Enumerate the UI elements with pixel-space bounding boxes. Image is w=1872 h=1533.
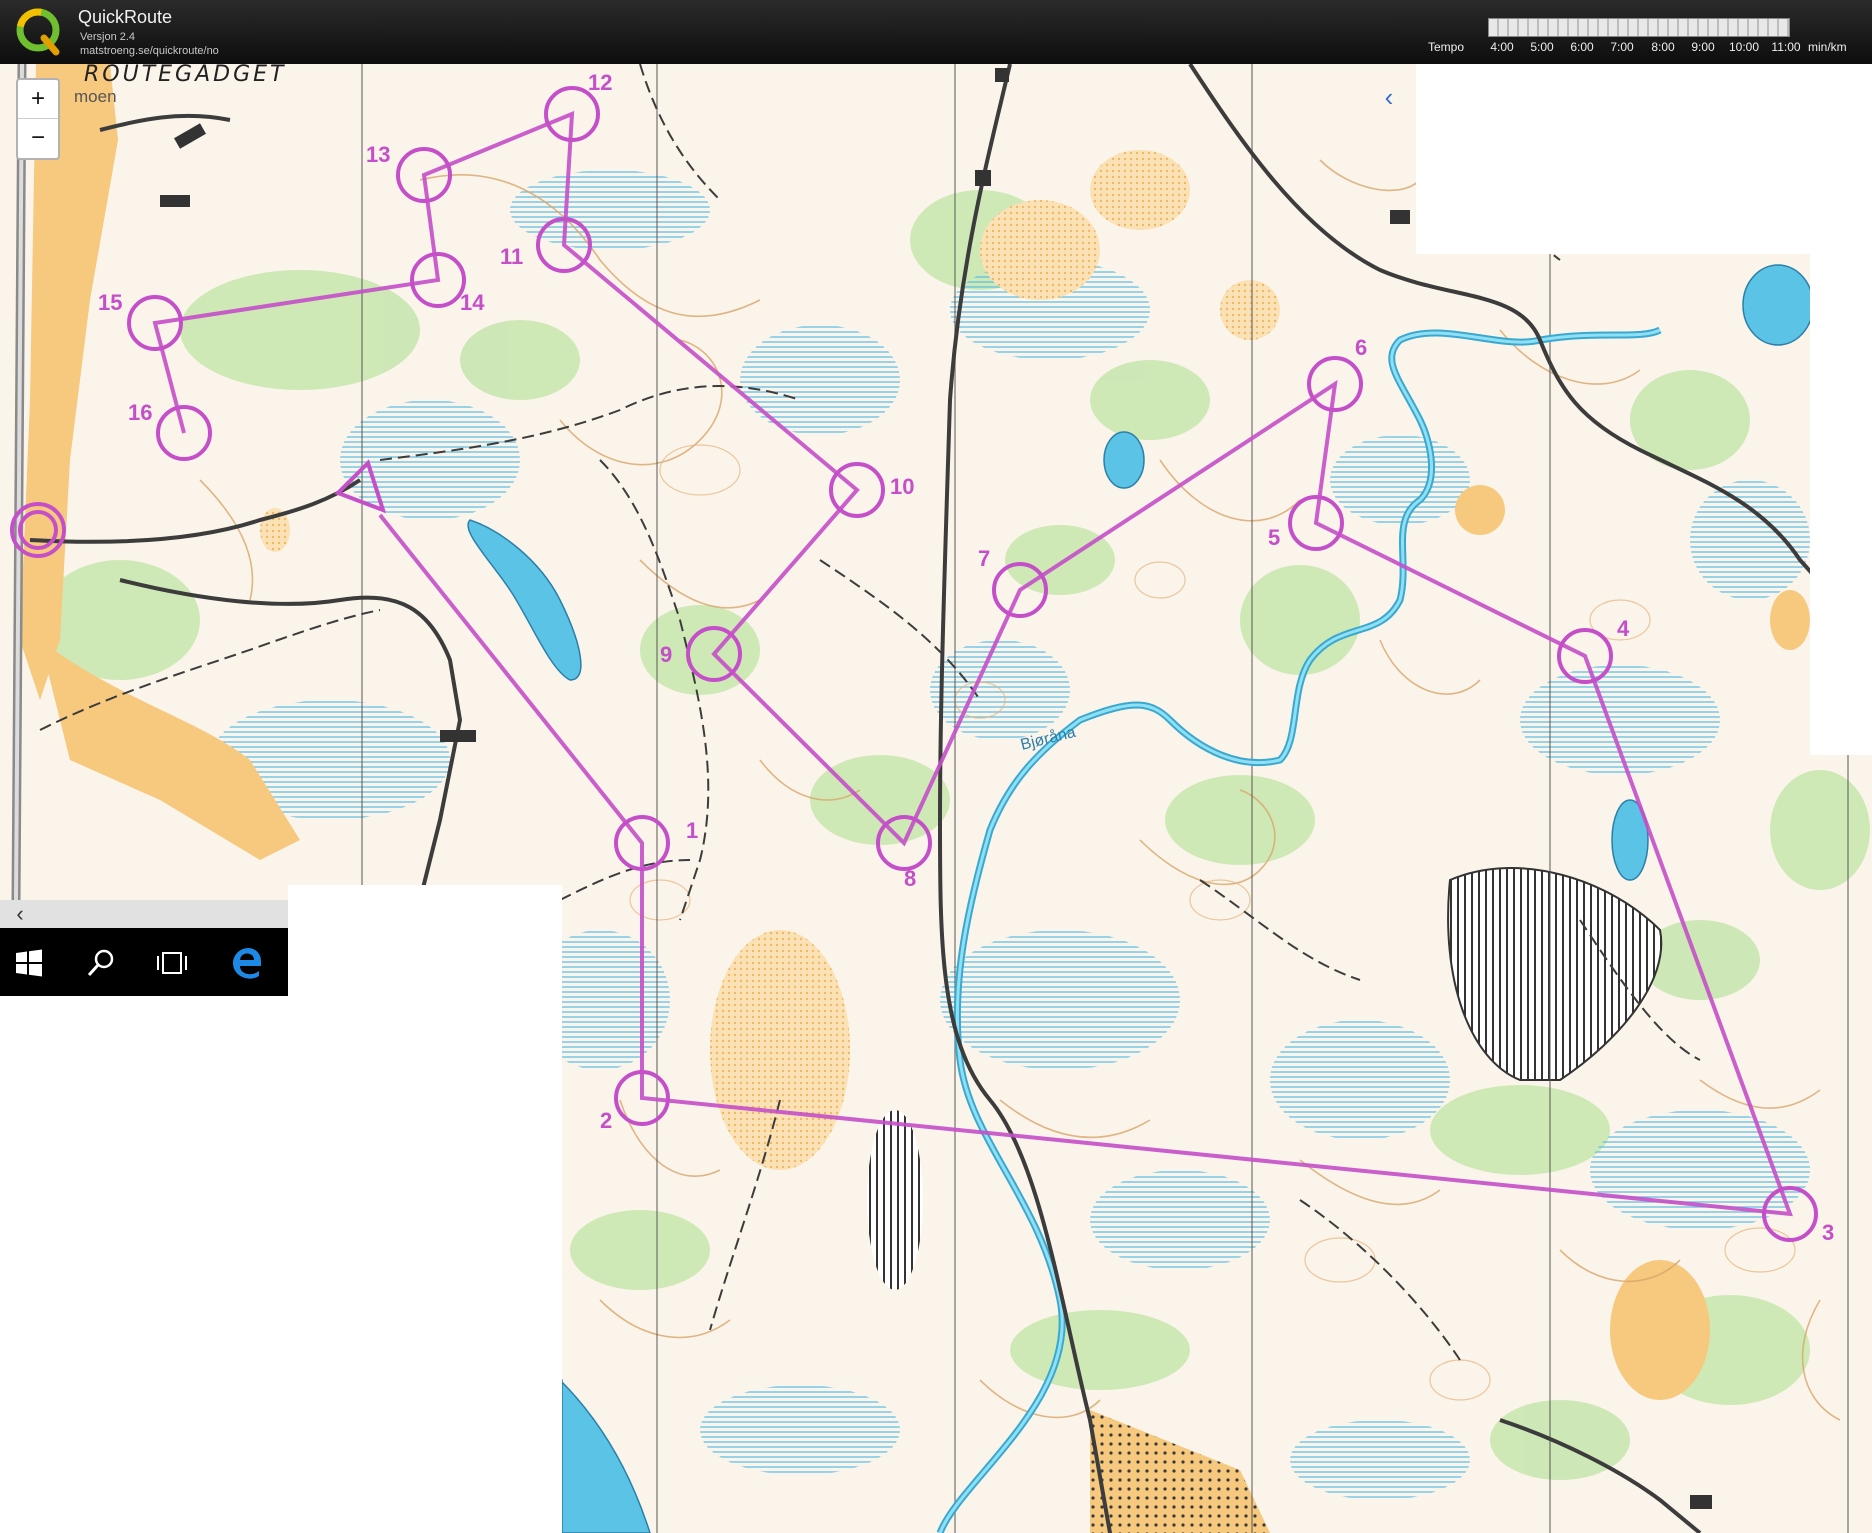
railway xyxy=(11,64,27,901)
zoom-out-button[interactable]: − xyxy=(18,119,58,157)
map-canvas[interactable]: 1 2 3 4 5 6 7 8 9 10 11 12 13 14 15 16 B… xyxy=(0,64,1872,1533)
tempo-tick: 4:00 xyxy=(1490,40,1514,54)
app-url[interactable]: matstroeng.se/quickroute/no xyxy=(80,45,219,57)
tempo-tick: 8:00 xyxy=(1651,40,1675,54)
control-label: 16 xyxy=(128,400,152,425)
tempo-color-scale xyxy=(1488,18,1790,37)
out-of-bounds-area xyxy=(867,1110,923,1290)
tempo-tick: 6:00 xyxy=(1570,40,1594,54)
place-label: moen xyxy=(74,87,117,106)
control-label: 11 xyxy=(500,244,523,269)
routegadget-logo: ROUTEGADGET xyxy=(84,62,287,87)
app-title: QuickRoute xyxy=(78,7,173,27)
control-label: 6 xyxy=(1355,335,1367,360)
horizontal-scrollbar[interactable]: ‹ xyxy=(0,900,288,928)
windows-start-icon[interactable] xyxy=(12,946,46,980)
control-label: 7 xyxy=(978,546,990,571)
control-label: 3 xyxy=(1822,1220,1834,1245)
tempo-tick: 9:00 xyxy=(1691,40,1715,54)
control-label: 12 xyxy=(588,70,612,95)
orienteering-map[interactable]: 1 2 3 4 5 6 7 8 9 10 11 12 13 14 15 16 B… xyxy=(0,64,1872,1533)
control-label: 2 xyxy=(600,1108,612,1133)
control-label: 5 xyxy=(1268,525,1280,550)
control-label: 15 xyxy=(98,290,122,315)
tempo-tick: 11:00 xyxy=(1771,40,1801,54)
windows-taskbar xyxy=(0,928,288,996)
control-label: 8 xyxy=(904,866,916,891)
zoom-control: + − xyxy=(16,78,60,160)
app-header: QuickRoute Versjon 2.4 matstroeng.se/qui… xyxy=(0,0,1872,64)
tempo-tick: 7:00 xyxy=(1610,40,1634,54)
control-label: 13 xyxy=(366,142,390,167)
task-view-icon[interactable] xyxy=(155,946,189,980)
tempo-tick: 5:00 xyxy=(1530,40,1554,54)
zoom-in-button[interactable]: + xyxy=(18,80,58,119)
tempo-tick: 10:00 xyxy=(1728,40,1760,54)
control-label: 4 xyxy=(1617,616,1630,641)
collapse-panel-chevron-icon[interactable]: ‹ xyxy=(1374,80,1404,114)
quickroute-logo-icon xyxy=(16,8,60,56)
tempo-label: Tempo xyxy=(1428,40,1465,54)
map-terrain xyxy=(0,64,1872,1533)
control-label: 14 xyxy=(460,290,485,315)
tempo-tick-labels: 4:00 5:00 6:00 7:00 8:00 9:00 10:00 11:0… xyxy=(1488,40,1800,54)
control-label: 10 xyxy=(890,474,914,499)
control-label: 1 xyxy=(686,818,698,843)
app-version: Versjon 2.4 xyxy=(80,31,136,43)
search-icon[interactable] xyxy=(84,946,118,980)
scroll-left-chevron-icon[interactable]: ‹ xyxy=(8,900,32,928)
edge-browser-icon[interactable] xyxy=(230,946,264,980)
control-label: 9 xyxy=(660,642,672,667)
tempo-unit: min/km xyxy=(1808,40,1847,54)
